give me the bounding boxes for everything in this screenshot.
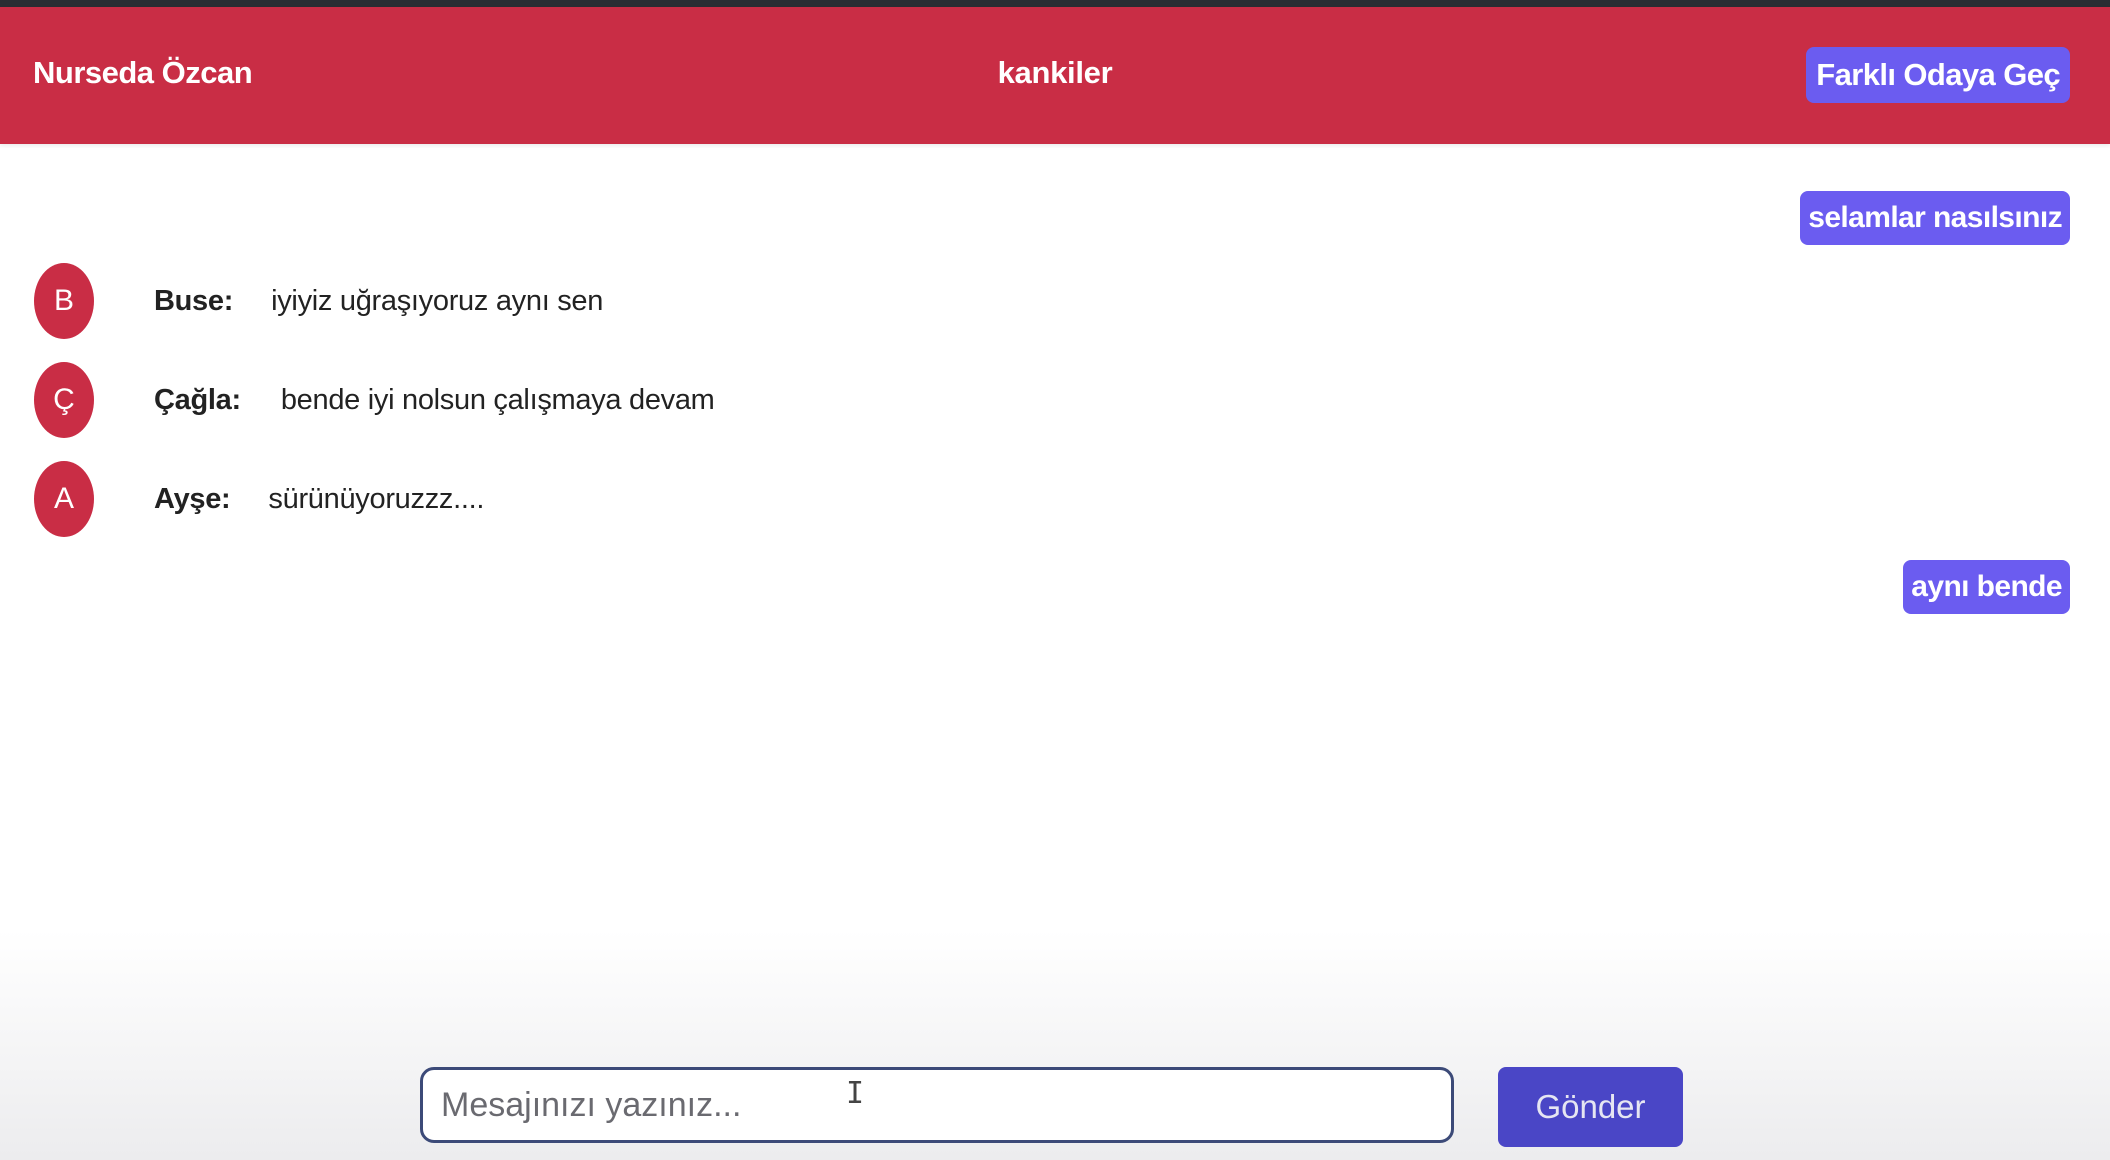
own-message: selamlar nasılsınız bbox=[1800, 191, 2070, 245]
avatar: A bbox=[34, 461, 94, 537]
send-button[interactable]: Gönder bbox=[1498, 1067, 1683, 1147]
text-cursor-icon: I bbox=[846, 1076, 865, 1111]
message-list: selamlar nasılsınız B Buse: iyiyiz uğraş… bbox=[0, 144, 2110, 1004]
switch-room-button[interactable]: Farklı Odaya Geç bbox=[1806, 47, 2070, 103]
chat-header: Nurseda Özcan kankiler Farklı Odaya Geç bbox=[0, 7, 2110, 144]
sender-name: Ayşe: bbox=[154, 482, 231, 515]
message-text: bende iyi nolsun çalışmaya devam bbox=[280, 383, 715, 416]
sender-name: Çağla: bbox=[154, 383, 241, 416]
room-title: kankiler bbox=[997, 55, 1113, 90]
other-message: A Ayşe: sürünüyoruzzz.... bbox=[34, 459, 484, 539]
message-text: sürünüyoruzzz.... bbox=[268, 482, 485, 515]
message-composer: I Gönder bbox=[0, 1060, 2110, 1160]
chat-app: Nurseda Özcan kankiler Farklı Odaya Geç … bbox=[0, 0, 2110, 1160]
message-text: iyiyiz uğraşıyoruz aynı sen bbox=[271, 284, 604, 317]
message-input[interactable] bbox=[420, 1067, 1454, 1143]
other-message: Ç Çağla: bende iyi nolsun çalışmaya deva… bbox=[34, 360, 715, 440]
own-message: aynı bende bbox=[1903, 560, 2070, 614]
window-top-strip bbox=[0, 0, 2110, 7]
other-message: B Buse: iyiyiz uğraşıyoruz aynı sen bbox=[34, 261, 603, 341]
sender-name: Buse: bbox=[154, 284, 234, 317]
avatar: B bbox=[34, 263, 94, 339]
avatar: Ç bbox=[34, 362, 94, 438]
